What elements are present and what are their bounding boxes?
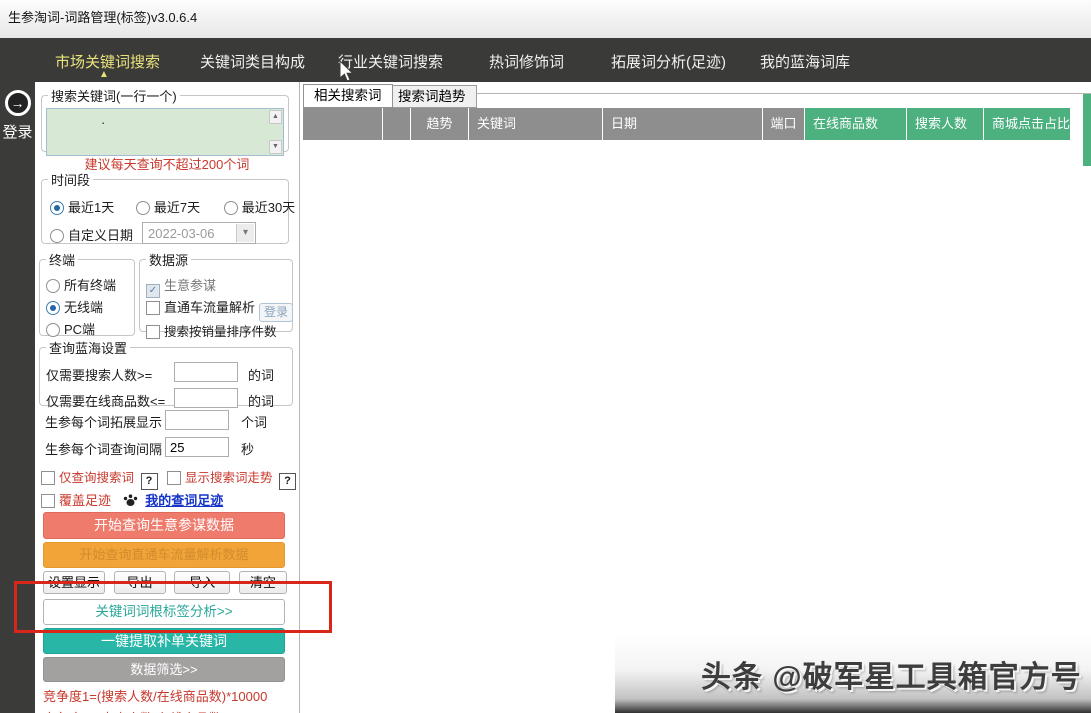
start-shengyi-query-button[interactable]: 开始查询生意参谋数据 <box>43 512 285 539</box>
radio-all-terminals-label[interactable]: 所有终端 <box>64 278 116 293</box>
radio-last-7-days[interactable] <box>136 201 150 215</box>
radio-pc[interactable] <box>46 323 60 337</box>
results-area: 相关搜索词 搜索词趋势 趋势 关键词 日期 端口 在线商品数 搜索人数 商城点击… <box>300 82 1091 713</box>
login-arrow-icon[interactable]: → <box>5 90 31 116</box>
min-searchers-label: 仅需要搜索人数>= <box>46 368 152 383</box>
min-searchers-suffix: 的词 <box>248 365 274 384</box>
datasource-group: 数据源 ✓生意参谋 直通车流量解析登录 搜索按销量排序件数 <box>139 250 293 332</box>
my-footprints-link[interactable]: 我的查词足迹 <box>145 493 223 508</box>
nav-tab-expand-word-analysis[interactable]: 拓展词分析(足迹) <box>611 51 726 72</box>
radio-last-7-days-label[interactable]: 最近7天 <box>154 200 200 215</box>
radio-wireless-label[interactable]: 无线端 <box>64 300 103 315</box>
column-header-blank-2 <box>383 108 411 140</box>
expand-count-input[interactable] <box>165 410 229 430</box>
window-title: 生参淘词-词路管理(标签)v3.0.6.4 <box>8 7 197 26</box>
checkbox-shengyicanmou[interactable]: ✓ <box>146 284 160 298</box>
only-search-help-button[interactable]: ? <box>141 473 158 490</box>
query-interval-label: 生参每个词查询间隔 <box>45 442 162 457</box>
column-header-online-products[interactable]: 在线商品数 <box>805 108 907 140</box>
checkbox-shengyicanmou-label[interactable]: 生意参谋 <box>164 278 216 293</box>
terminal-legend: 终端 <box>46 250 78 269</box>
watermark-overlay: 头条 @破军星工具箱官方号 <box>615 635 1091 713</box>
custom-date-input[interactable]: 2022-03-06 ▾ <box>142 222 256 244</box>
datasource-legend: 数据源 <box>146 250 191 269</box>
query-interval-input[interactable] <box>165 437 229 457</box>
expand-count-label: 生参每个词拓展显示 <box>45 415 162 430</box>
mouse-cursor-icon <box>339 60 355 84</box>
max-products-suffix: 的词 <box>248 391 274 410</box>
time-range-legend: 时间段 <box>48 170 93 189</box>
time-range-group: 时间段 最近1天 最近7天 最近30天 自定义日期 2022-03-06 ▾ <box>41 170 289 244</box>
radio-custom-date-label[interactable]: 自定义日期 <box>68 228 133 243</box>
results-table-header: 趋势 关键词 日期 端口 在线商品数 搜索人数 商城点击占比 <box>303 108 1071 140</box>
custom-date-value: 2022-03-06 <box>148 226 215 241</box>
keywords-group-legend: 搜索关键词(一行一个) <box>48 86 180 105</box>
keywords-group: 搜索关键词(一行一个) · ▲ ▼ <box>41 86 289 152</box>
scroll-up-icon[interactable]: ▲ <box>269 110 282 124</box>
vertical-scrollbar[interactable] <box>1083 94 1091 166</box>
checkbox-sort-by-sales-label[interactable]: 搜索按销量排序件数 <box>164 325 277 339</box>
start-ztc-query-button[interactable]: 开始查询直通车流量解析数据 <box>43 542 285 568</box>
radio-last-1-day-label[interactable]: 最近1天 <box>68 200 114 215</box>
radio-pc-label[interactable]: PC端 <box>64 322 95 337</box>
min-searchers-input[interactable] <box>174 362 238 382</box>
ztc-login-button[interactable]: 登录 <box>259 303 293 322</box>
watermark-text: 头条 @破军星工具箱官方号 <box>701 652 1082 696</box>
title-bar: 生参淘词-词路管理(标签)v3.0.6.4 <box>0 0 1091 38</box>
column-header-blank-1 <box>303 108 383 140</box>
column-header-keyword[interactable]: 关键词 <box>469 108 603 140</box>
max-products-label: 仅需要在线商品数<= <box>46 394 165 409</box>
competition-formula-note: 竞争度1=(搜索人数/在线商品数)*10000 <box>43 686 267 705</box>
max-products-input[interactable] <box>174 388 238 408</box>
nav-tab-keyword-category[interactable]: 关键词类目构成 <box>200 51 305 72</box>
column-header-port[interactable]: 端口 <box>763 108 805 140</box>
checkbox-sort-by-sales[interactable] <box>146 325 160 339</box>
only-search-words-label[interactable]: 仅查询搜索词 <box>59 471 134 485</box>
nav-tab-my-bluesea-words[interactable]: 我的蓝海词库 <box>760 51 850 72</box>
nav-tab-hot-modifier-words[interactable]: 热词修饰词 <box>489 51 564 72</box>
expand-count-suffix: 个词 <box>241 412 267 431</box>
radio-last-30-days-label[interactable]: 最近30天 <box>242 200 295 215</box>
terminal-group: 终端 所有终端 无线端 PC端 <box>39 250 135 336</box>
tab-related-search-words[interactable]: 相关搜索词 <box>303 84 393 108</box>
checkbox-ztc-traffic-label[interactable]: 直通车流量解析 <box>164 300 255 315</box>
data-filter-button[interactable]: 数据筛选>> <box>43 657 285 682</box>
radio-wireless[interactable] <box>46 301 60 315</box>
show-trend-help-button[interactable]: ? <box>279 473 296 490</box>
checkbox-only-search-words[interactable] <box>41 471 55 485</box>
sidebar-login-label[interactable]: 登录 <box>0 124 35 142</box>
radio-last-1-day[interactable] <box>50 201 64 215</box>
column-header-date[interactable]: 日期 <box>603 108 763 140</box>
textarea-scrollbar[interactable]: ▲ ▼ <box>269 110 282 154</box>
competition-formula-note-2: 竞争度2=(点击人数/在线商品数)*10000 <box>43 708 267 713</box>
tab-search-word-trend[interactable]: 搜索词趋势 <box>387 85 477 108</box>
app-window: 生参淘词-词路管理(标签)v3.0.6.4 市场关键词搜索 关键词类目构成 行业… <box>0 0 1091 713</box>
query-interval-suffix: 秒 <box>241 439 254 458</box>
column-header-searchers[interactable]: 搜索人数 <box>907 108 984 140</box>
bluesea-legend: 查询蓝海设置 <box>46 338 130 357</box>
main-nav: 市场关键词搜索 关键词类目构成 行业关键词搜索 热词修饰词 拓展词分析(足迹) … <box>0 38 1091 82</box>
active-tab-caret-icon: ▲ <box>99 69 109 80</box>
content-top-border <box>458 93 1091 94</box>
paw-icon <box>123 493 138 507</box>
keywords-textarea[interactable]: · ▲ ▼ <box>46 108 284 156</box>
checkbox-ztc-traffic[interactable] <box>146 301 160 315</box>
date-dropdown-icon[interactable]: ▾ <box>236 224 254 242</box>
radio-custom-date[interactable] <box>50 229 64 243</box>
scroll-down-icon[interactable]: ▼ <box>269 140 282 154</box>
checkbox-cover-footprints[interactable] <box>41 494 55 508</box>
column-header-trend[interactable]: 趋势 <box>411 108 469 140</box>
checkbox-show-trend[interactable] <box>167 471 181 485</box>
keywords-textarea-value: · <box>101 115 105 130</box>
cover-footprints-label[interactable]: 覆盖足迹 <box>59 493 111 508</box>
column-header-mall-click-ratio[interactable]: 商城点击占比 <box>984 108 1071 140</box>
radio-all-terminals[interactable] <box>46 279 60 293</box>
show-trend-label[interactable]: 显示搜索词走势 <box>185 471 273 485</box>
radio-last-30-days[interactable] <box>224 201 238 215</box>
bluesea-settings-group: 查询蓝海设置 仅需要搜索人数>= 的词 仅需要在线商品数<= 的词 <box>39 338 293 406</box>
annotation-rectangle <box>14 581 332 633</box>
